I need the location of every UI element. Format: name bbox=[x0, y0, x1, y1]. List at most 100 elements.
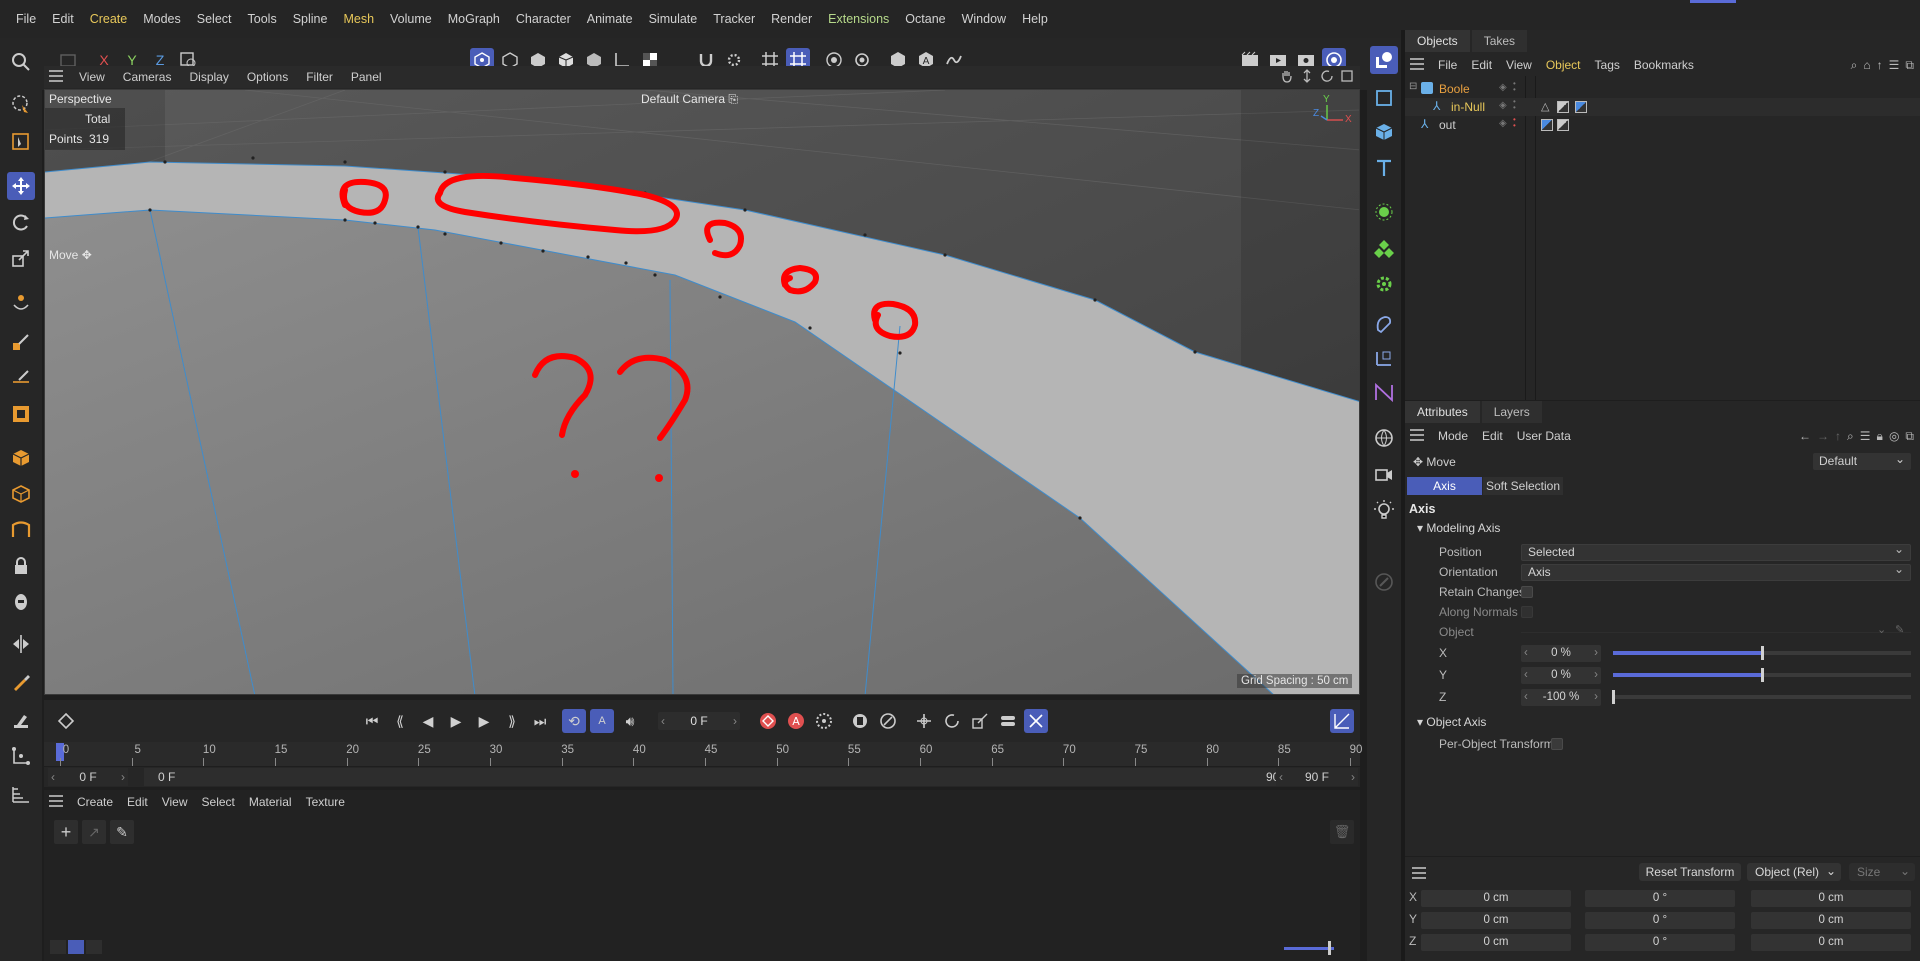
environment-icon[interactable] bbox=[1370, 424, 1398, 452]
menu-tools[interactable]: Tools bbox=[240, 12, 285, 26]
attributes-menu-mode[interactable]: Mode bbox=[1431, 429, 1475, 443]
objects-up-icon[interactable]: ↑ bbox=[1877, 58, 1883, 73]
increment-icon[interactable]: › bbox=[1594, 667, 1598, 684]
attributes-search-icon[interactable]: ⌕ bbox=[1847, 429, 1854, 444]
polygon-mode-icon[interactable] bbox=[7, 400, 35, 428]
paint-tool-icon[interactable] bbox=[7, 328, 35, 356]
cube-object-icon[interactable] bbox=[1370, 118, 1398, 146]
symmetry-icon[interactable] bbox=[7, 630, 35, 658]
forward-arrow-icon[interactable]: → bbox=[1817, 429, 1829, 444]
sound-icon[interactable]: 🔊︎ bbox=[618, 709, 642, 733]
box-selection-icon[interactable] bbox=[7, 128, 35, 156]
increment-icon[interactable]: › bbox=[1594, 689, 1598, 706]
objects-new-window-icon[interactable]: ⧉ bbox=[1905, 58, 1914, 73]
coordinates-hamburger-icon[interactable] bbox=[1411, 867, 1427, 882]
coordinate-mode-dropdown[interactable]: Object (Rel) ⌄ bbox=[1747, 863, 1841, 881]
decrement-icon[interactable]: ‹ bbox=[1524, 689, 1528, 706]
visibility-dots-icon[interactable]: • • bbox=[1513, 116, 1516, 130]
viewport-menu-options[interactable]: Options bbox=[238, 70, 297, 84]
objects-menu-object[interactable]: Object bbox=[1539, 58, 1588, 72]
spline-object-icon[interactable] bbox=[1370, 378, 1398, 406]
large-icon-view-icon[interactable] bbox=[86, 940, 102, 954]
size-mode-dropdown[interactable]: Size ⌄ bbox=[1849, 863, 1915, 881]
attributes-new-window-icon[interactable]: ⧉ bbox=[1905, 429, 1914, 444]
x-value-field[interactable]: ‹ 0 % › bbox=[1521, 644, 1601, 662]
record-keyframe-icon[interactable] bbox=[756, 709, 780, 733]
menu-render[interactable]: Render bbox=[763, 12, 820, 26]
next-frame-icon[interactable]: ▶︎ bbox=[472, 709, 496, 733]
objects-menu-edit[interactable]: Edit bbox=[1464, 58, 1499, 72]
tree-row-boole[interactable]: ⊟ Boole ◈ • • bbox=[1405, 80, 1920, 98]
light-object-icon[interactable] bbox=[1370, 496, 1398, 524]
x-slider-knob[interactable] bbox=[1761, 646, 1764, 660]
material-menu-view[interactable]: View bbox=[155, 795, 195, 809]
transfer-tool-icon[interactable] bbox=[7, 288, 35, 316]
material-menu-texture[interactable]: Texture bbox=[299, 795, 352, 809]
orientation-dropdown[interactable]: Axis bbox=[1521, 562, 1911, 581]
menu-create[interactable]: Create bbox=[82, 12, 136, 26]
go-to-end-icon[interactable]: ⏭ bbox=[528, 709, 552, 733]
rot-x-field[interactable]: 0 ° bbox=[1585, 890, 1735, 907]
current-frame-field[interactable]: ‹ 0 F › bbox=[658, 712, 740, 730]
menu-file[interactable]: File bbox=[8, 12, 44, 26]
increment-icon[interactable]: › bbox=[1594, 645, 1598, 662]
visibility-dots-icon[interactable]: • • bbox=[1513, 80, 1516, 94]
field-icon[interactable] bbox=[1370, 344, 1398, 372]
menu-spline[interactable]: Spline bbox=[285, 12, 336, 26]
attributes-pin-icon[interactable]: ◎ bbox=[1889, 429, 1899, 444]
orbit-icon[interactable] bbox=[1320, 69, 1334, 86]
up-arrow-icon[interactable]: ↑ bbox=[1835, 429, 1841, 444]
text-object-icon[interactable] bbox=[1370, 154, 1398, 182]
tag-texture-icon[interactable] bbox=[1575, 101, 1587, 113]
texture-mode-icon[interactable] bbox=[7, 516, 35, 544]
pos-y-field[interactable]: 0 cm bbox=[1421, 912, 1571, 929]
subtab-axis[interactable]: Axis bbox=[1407, 477, 1482, 495]
menu-animate[interactable]: Animate bbox=[579, 12, 641, 26]
tree-row-out[interactable]: ⅄ out ◈ • • bbox=[1405, 116, 1920, 134]
snap-settings-icon[interactable] bbox=[7, 780, 35, 808]
size-z-field[interactable]: 0 cm bbox=[1751, 934, 1911, 951]
zoom-slider[interactable] bbox=[1284, 947, 1334, 950]
layer-icon[interactable]: ◈ bbox=[1499, 100, 1507, 111]
menu-tracker[interactable]: Tracker bbox=[705, 12, 763, 26]
layout-switch-icon[interactable] bbox=[1370, 46, 1398, 74]
play-icon[interactable]: ▶︎ bbox=[444, 709, 468, 733]
add-material-button[interactable]: + bbox=[54, 820, 78, 844]
grid-view-icon[interactable] bbox=[68, 940, 84, 954]
objects-menu-view[interactable]: View bbox=[1499, 58, 1539, 72]
attributes-menu-edit[interactable]: Edit bbox=[1475, 429, 1510, 443]
size-y-field[interactable]: 0 cm bbox=[1751, 912, 1911, 929]
point-level-animation-icon[interactable] bbox=[1024, 709, 1048, 733]
previous-key-icon[interactable]: ⟪ bbox=[388, 709, 412, 733]
lock-icon[interactable] bbox=[7, 552, 35, 580]
collapse-boole-icon[interactable]: ⊟ bbox=[1409, 81, 1417, 92]
tab-attributes[interactable]: Attributes bbox=[1405, 401, 1480, 423]
group-object-axis[interactable]: ▾ Object Axis bbox=[1417, 715, 1486, 729]
visibility-dots-icon[interactable]: • • bbox=[1513, 98, 1516, 112]
search-tool-icon[interactable] bbox=[7, 48, 35, 76]
live-selection-icon[interactable] bbox=[7, 90, 35, 118]
previous-frame-icon[interactable]: ◀︎ bbox=[416, 709, 440, 733]
attributes-filter-icon[interactable]: ☰ bbox=[1860, 429, 1871, 444]
pan-hand-icon[interactable] bbox=[1280, 69, 1294, 86]
increment-icon[interactable]: › bbox=[121, 768, 125, 786]
menu-mesh[interactable]: Mesh bbox=[335, 12, 382, 26]
mograph-effector-icon[interactable] bbox=[1370, 234, 1398, 262]
objects-filter-icon[interactable]: ☰ bbox=[1889, 58, 1900, 73]
auto-key-icon[interactable]: A bbox=[590, 709, 614, 733]
y-slider[interactable] bbox=[1613, 668, 1911, 682]
decrement-icon[interactable]: ‹ bbox=[1524, 645, 1528, 662]
timeline-ruler[interactable]: 0 5 10 15 20 25 30 35 40 45 50 55 60 65 70 75 80 85 90 bbox=[44, 742, 1362, 766]
menu-octane[interactable]: Octane bbox=[897, 12, 953, 26]
zoom-slider-knob[interactable] bbox=[1328, 941, 1331, 955]
material-menu-select[interactable]: Select bbox=[195, 795, 242, 809]
z-slider-knob[interactable] bbox=[1612, 690, 1615, 704]
viewport-menu-cameras[interactable]: Cameras bbox=[114, 70, 181, 84]
tag-material-icon[interactable] bbox=[1557, 119, 1569, 131]
along-normals-checkbox[interactable] bbox=[1521, 606, 1533, 618]
autokey-record-icon[interactable]: A bbox=[784, 709, 808, 733]
y-slider-knob[interactable] bbox=[1761, 668, 1764, 682]
range-end-field[interactable]: ‹ 90 F › bbox=[1276, 768, 1358, 786]
objects-menu-file[interactable]: File bbox=[1431, 58, 1464, 72]
viewport-menu-panel[interactable]: Panel bbox=[342, 70, 391, 84]
